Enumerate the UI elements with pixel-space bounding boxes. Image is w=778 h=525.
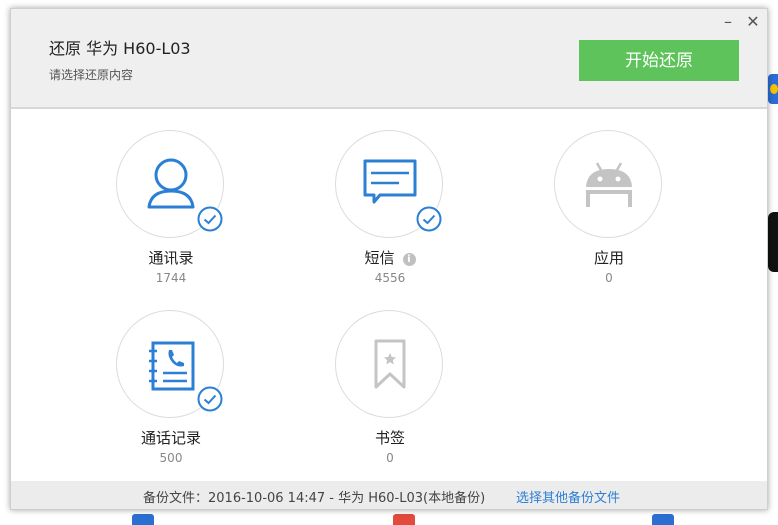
dialog-header: 还原 华为 H60-L03 请选择还原内容 – ✕ 开始还原 [11,9,767,109]
background-app-strip [0,510,778,525]
checkmark-icon [197,206,223,232]
item-count: 1744 [155,271,187,285]
background-app-icon [652,514,674,525]
item-label: 通话记录 [140,429,201,447]
dialog-subtitle: 请选择还原内容 [49,68,134,82]
android-icon-circle[interactable] [554,130,662,238]
minimize-button[interactable]: – [717,11,739,33]
item-count: 4556 [374,271,406,285]
item-label: 应用 [593,249,624,267]
restore-dialog: 还原 华为 H60-L03 请选择还原内容 – ✕ 开始还原 通讯录 1744 [10,8,768,510]
item-label-row: 短信 i [310,247,470,268]
background-app-icon [132,514,154,525]
dialog-title: 还原 华为 H60-L03 [49,39,191,58]
info-icon[interactable]: i [402,253,416,266]
bookmark-icon [374,339,406,389]
select-other-backup-link[interactable]: 选择其他备份文件 [516,487,620,506]
background-app-icon [393,514,415,525]
background-app-badge [768,74,778,104]
item-count: 0 [386,451,394,465]
item-count: 0 [605,271,613,285]
android-icon [586,162,632,207]
item-label: 通讯录 [148,249,194,267]
checkmark-icon [416,206,442,232]
item-label: 短信 [364,249,395,267]
dialog-footer: 备份文件：2016-10-06 14:47 - 华为 H60-L03(本地备份)… [11,481,767,509]
background-app-tile [768,212,778,272]
close-button[interactable]: ✕ [742,11,764,33]
backup-file-info: 备份文件：2016-10-06 14:47 - 华为 H60-L03(本地备份) [143,491,486,506]
item-label: 书签 [374,429,405,447]
start-restore-button[interactable]: 开始还原 [579,40,739,81]
checkmark-icon [197,386,223,412]
bookmark-icon-circle[interactable] [335,310,443,418]
item-count: 500 [159,451,183,465]
